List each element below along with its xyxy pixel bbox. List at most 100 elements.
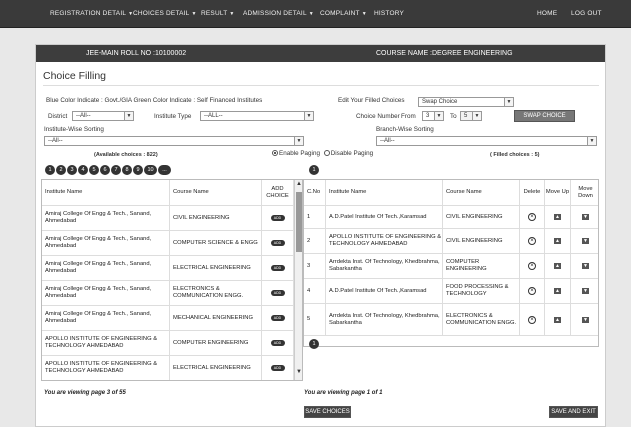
scrollbar-thumb[interactable]	[296, 192, 302, 252]
delete-icon[interactable]: ×	[528, 262, 536, 270]
scroll-up-icon[interactable]: ▲	[295, 181, 302, 187]
delete-icon[interactable]: ×	[528, 237, 536, 245]
arrow-up-icon[interactable]: ▲	[554, 263, 561, 269]
page-button[interactable]: 8	[122, 165, 132, 175]
available-table-scrollbar[interactable]: ▲ ▼	[294, 180, 302, 380]
swap-choice-button[interactable]: SWAP CHOICE	[514, 110, 575, 122]
page-button[interactable]: 1	[45, 165, 55, 175]
add-choice-button[interactable]: ADD	[270, 340, 285, 346]
move-down-cell: ▼	[571, 279, 598, 303]
institute-sort-select[interactable]: --All-- ▼	[44, 136, 304, 146]
course-cell: CIVIL ENGINEERING	[443, 206, 520, 228]
header-move-up: Move Up	[545, 180, 571, 205]
add-choice-button[interactable]: ADD	[270, 265, 285, 271]
institute-cell: Arrdekta Inst. Of Technology, Khedbrahma…	[326, 254, 443, 278]
page-button[interactable]: 7	[111, 165, 121, 175]
title-divider	[43, 85, 599, 86]
move-down-cell: ▼	[571, 229, 598, 253]
district-label: District	[48, 113, 68, 120]
move-down-cell: ▼	[571, 254, 598, 278]
page-button[interactable]: 10	[144, 165, 157, 175]
candidate-info-band: JEE-MAIN ROLL NO :10100002 COURSE NAME :…	[36, 45, 605, 62]
available-choices-count: (Available choices : 822)	[94, 152, 158, 158]
arrow-up-icon[interactable]: ▲	[554, 316, 561, 323]
page-more-button[interactable]: ...	[158, 165, 171, 175]
header-institute-name: Institute Name	[42, 180, 170, 205]
delete-cell: ×	[520, 304, 545, 335]
scroll-down-icon[interactable]: ▼	[295, 369, 302, 375]
add-choice-button[interactable]: ADD	[270, 315, 285, 321]
nav-complaint[interactable]: COMPLAINT ▼	[320, 0, 367, 28]
institute-cell: APOLLO INSTITUTE OF ENGINEERING & TECHNO…	[326, 229, 443, 253]
district-select[interactable]: --All-- ▼	[72, 111, 134, 121]
course-cell: MECHANICAL ENGINEERING	[170, 306, 262, 330]
page-button[interactable]: 4	[78, 165, 88, 175]
delete-icon[interactable]: ×	[528, 213, 536, 221]
institute-sort-label: Institute-Wise Sorting	[44, 126, 104, 133]
arrow-down-icon[interactable]: ▼	[582, 263, 589, 269]
course-cell: ELECTRONICS & COMMUNICATION ENGG.	[170, 281, 262, 305]
move-up-cell: ▲	[545, 206, 571, 228]
branch-sort-select[interactable]: --All-- ▼	[376, 136, 597, 146]
available-pagination: 1 2 3 4 5 6 7 8 9 10...	[45, 165, 172, 177]
arrow-down-icon[interactable]: ▼	[582, 214, 589, 220]
page-button[interactable]: 2	[56, 165, 66, 175]
to-label: To	[450, 113, 457, 120]
delete-icon[interactable]: ×	[528, 287, 536, 295]
arrow-down-icon[interactable]: ▼	[582, 316, 589, 323]
choice-number-cell: 5	[304, 304, 326, 335]
enable-paging-radio[interactable]	[272, 150, 278, 157]
table-row: 3 Arrdekta Inst. Of Technology, Khedbrah…	[304, 254, 598, 279]
course-cell: FOOD PROCESSING & TECHNOLOGY	[443, 279, 520, 303]
choice-number-cell: 4	[304, 279, 326, 303]
nav-history[interactable]: HISTORY	[374, 0, 404, 28]
course-cell: COMPUTER SCIENCE & ENGG	[170, 231, 262, 255]
edit-mode-select[interactable]: Swap Choice ▼	[418, 97, 514, 107]
page-button[interactable]: 5	[89, 165, 99, 175]
institute-cell: APOLLO INSTITUTE OF ENGINEERING & TECHNO…	[42, 356, 170, 380]
course-cell: ELECTRICAL ENGINEERING	[170, 256, 262, 280]
from-choice-select[interactable]: 3 ▼	[422, 111, 444, 121]
arrow-up-icon[interactable]: ▲	[554, 288, 561, 294]
available-choices-table: Institute Name Course Name ADD CHOICE Am…	[41, 179, 303, 381]
add-cell: ADD	[262, 331, 294, 355]
add-choice-button[interactable]: ADD	[270, 215, 285, 221]
chevron-down-icon: ▼	[124, 112, 133, 120]
add-choice-button[interactable]: ADD	[270, 290, 285, 296]
chevron-down-icon: ▼	[434, 112, 443, 120]
page-button[interactable]: 6	[100, 165, 110, 175]
add-choice-button[interactable]: ADD	[270, 240, 285, 246]
arrow-up-icon[interactable]: ▲	[554, 214, 561, 220]
arrow-down-icon[interactable]: ▼	[582, 288, 589, 294]
nav-home[interactable]: HOME	[537, 0, 557, 28]
chevron-down-icon: ▼	[361, 11, 367, 17]
nav-result[interactable]: RESULT ▼	[201, 0, 235, 28]
delete-icon[interactable]: ×	[528, 315, 536, 324]
chevron-down-icon: ▼	[308, 11, 314, 17]
chevron-down-icon: ▼	[504, 98, 513, 106]
course-cell: COMPUTER ENGINEERING	[170, 331, 262, 355]
arrow-down-icon[interactable]: ▼	[582, 238, 589, 244]
institute-type-select[interactable]: --ALL-- ▼	[200, 111, 314, 121]
save-and-exit-button[interactable]: SAVE AND EXIT	[549, 406, 598, 418]
to-choice-select[interactable]: 5 ▼	[460, 111, 482, 121]
table-row: APOLLO INSTITUTE OF ENGINEERING & TECHNO…	[42, 331, 294, 356]
arrow-up-icon[interactable]: ▲	[554, 238, 561, 244]
page-button[interactable]: 1	[309, 339, 319, 349]
choice-number-cell: 2	[304, 229, 326, 253]
header-institute-name: Institute Name	[326, 180, 443, 205]
nav-admission-detail[interactable]: ADMISSION DETAIL ▼	[243, 0, 314, 28]
page-button[interactable]: 3	[67, 165, 77, 175]
table-row: APOLLO INSTITUTE OF ENGINEERING & TECHNO…	[42, 356, 294, 380]
nav-choices-detail[interactable]: CHOICES DETAIL ▼	[133, 0, 197, 28]
add-choice-button[interactable]: ADD	[270, 365, 285, 371]
save-choices-button[interactable]: SAVE CHOICES	[304, 406, 351, 418]
page-button[interactable]: 1	[309, 165, 319, 175]
nav-logout[interactable]: LOG OUT	[571, 0, 602, 28]
add-cell: ADD	[262, 306, 294, 330]
filled-pagination-bottom: 1	[309, 339, 320, 351]
enable-paging-label: Enable Paging	[279, 150, 320, 157]
disable-paging-radio[interactable]	[323, 150, 330, 157]
nav-registration-detail[interactable]: REGISTRATION DETAIL ▼	[50, 0, 133, 28]
page-button[interactable]: 9	[133, 165, 143, 175]
